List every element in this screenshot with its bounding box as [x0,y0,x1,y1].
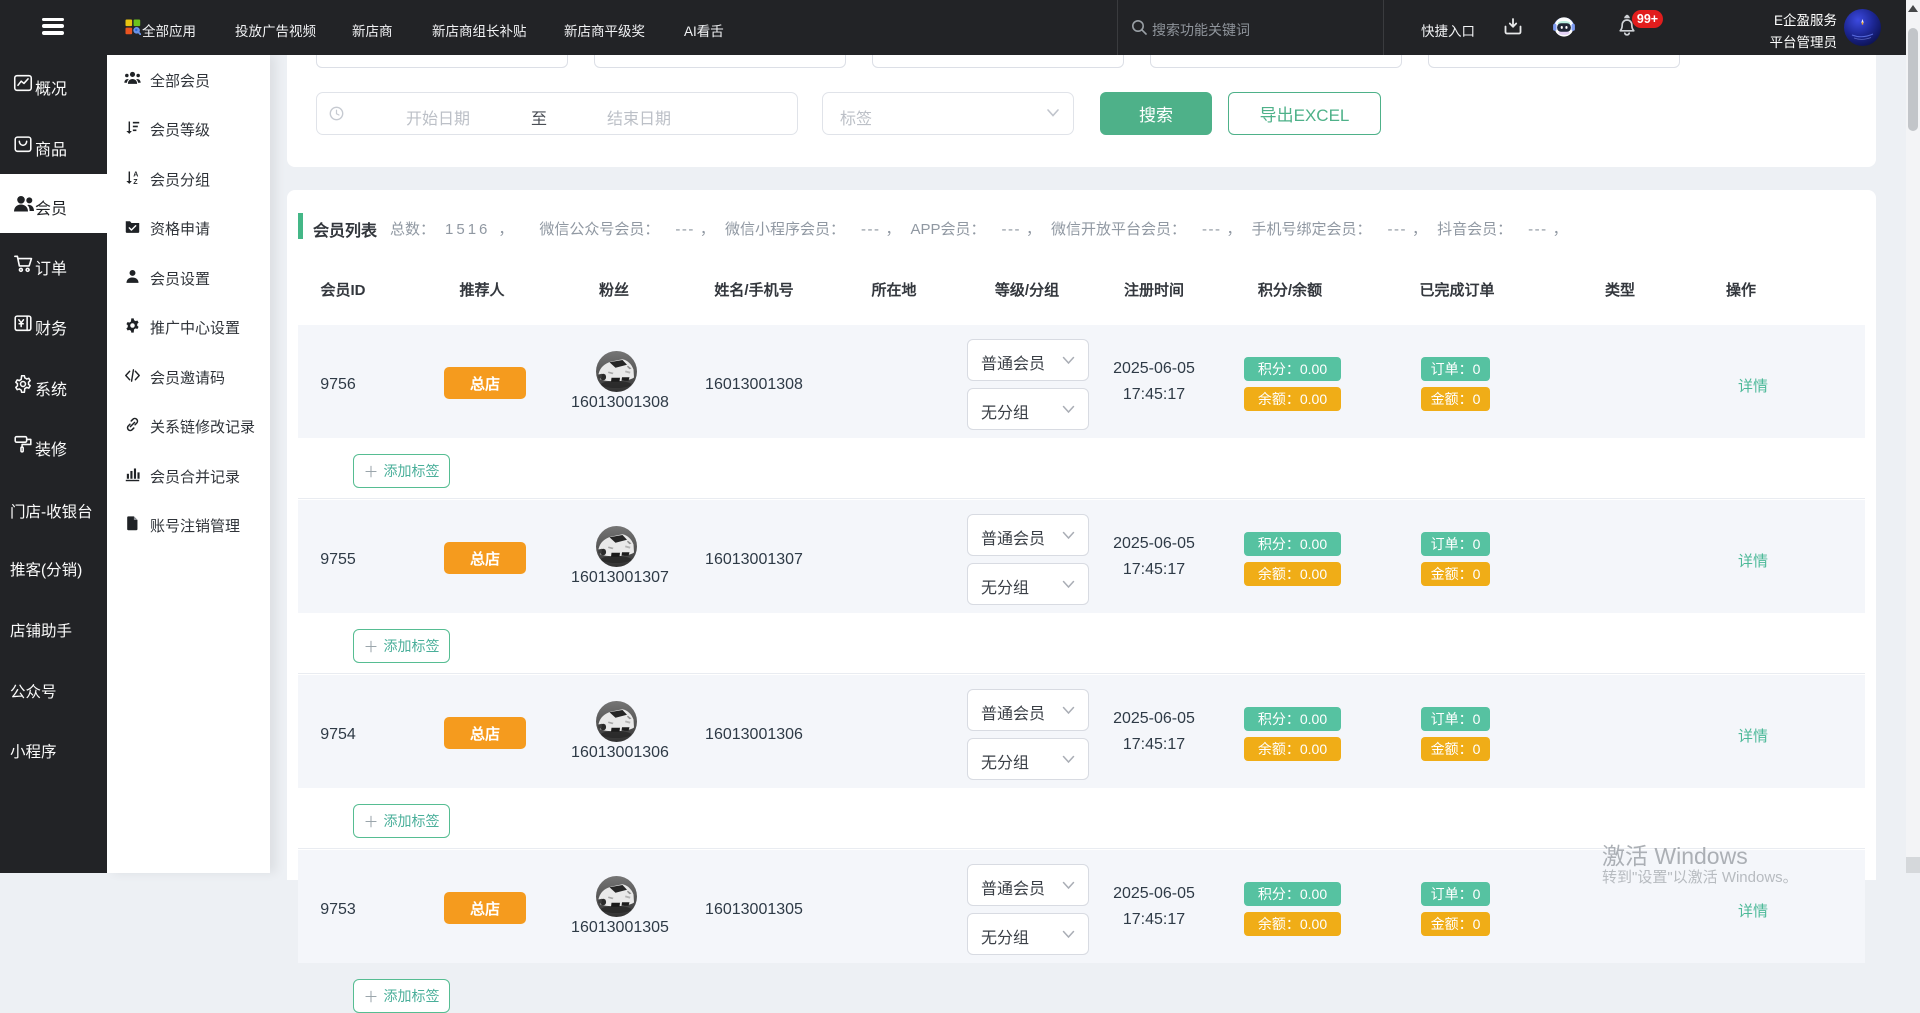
svg-text:Z: Z [133,178,138,186]
